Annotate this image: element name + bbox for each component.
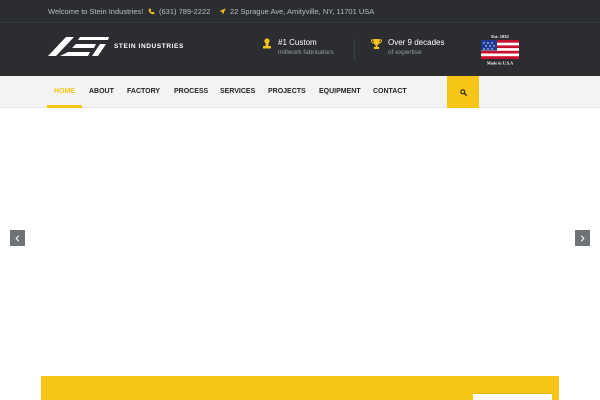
feature-title: Over 9 decades bbox=[388, 38, 445, 47]
slider-prev-button[interactable] bbox=[10, 230, 25, 246]
logo-text: STEIN INDUSTRIES bbox=[114, 42, 184, 50]
nav-item-equipment[interactable]: Equipment bbox=[319, 76, 361, 108]
header-divider bbox=[354, 39, 355, 61]
nav-item-home[interactable]: Home bbox=[54, 76, 75, 108]
trophy-icon bbox=[371, 39, 382, 49]
feature-experience: Over 9 decades of expertise bbox=[371, 38, 444, 57]
nav-item-services[interactable]: Services bbox=[220, 76, 255, 108]
slider-next-button[interactable] bbox=[575, 230, 590, 246]
feature-subtitle: of expertise bbox=[388, 49, 422, 57]
phone-contact[interactable]: (631) 789-2222 bbox=[148, 7, 210, 16]
chevron-right-icon bbox=[580, 234, 585, 242]
nav-item-factory[interactable]: Factory bbox=[127, 76, 160, 108]
logo-mark bbox=[48, 37, 109, 56]
feature-title: #1 Custom bbox=[278, 38, 317, 47]
search-button[interactable] bbox=[447, 76, 479, 108]
nav-item-process[interactable]: Process bbox=[174, 76, 208, 108]
top-info-bar: Welcome to Stein Industries! (631) 789-2… bbox=[0, 0, 600, 22]
feature-custom: #1 Custom millwork fabricators bbox=[262, 38, 334, 57]
location-arrow-icon bbox=[219, 8, 226, 15]
address-contact[interactable]: 22 Sprague Ave, Amityville, NY, 11701 US… bbox=[219, 7, 374, 16]
welcome-text: Welcome to Stein Industries! bbox=[48, 7, 144, 16]
nav-item-projects[interactable]: Projects bbox=[268, 76, 306, 108]
main-navigation: Home About Factory Process Services Proj… bbox=[0, 76, 600, 108]
chevron-left-icon bbox=[15, 234, 20, 242]
hero-slider bbox=[0, 108, 600, 376]
address-text: 22 Sprague Ave, Amityville, NY, 11701 US… bbox=[230, 7, 375, 16]
made-in-usa-badge: Est. 1932 Made in U.S.A bbox=[481, 34, 519, 66]
site-header: STEIN INDUSTRIES #1 Custom millwork fabr… bbox=[0, 22, 600, 76]
feature-subtitle: millwork fabricators bbox=[278, 49, 334, 57]
search-icon bbox=[459, 88, 467, 96]
phone-number: (631) 789-2222 bbox=[159, 7, 211, 16]
badge-top-text: Est. 1932 bbox=[491, 34, 509, 39]
nav-item-about[interactable]: About bbox=[89, 76, 114, 108]
site-logo[interactable]: STEIN INDUSTRIES bbox=[48, 35, 198, 57]
phone-icon bbox=[148, 8, 155, 15]
cta-button[interactable] bbox=[473, 393, 552, 400]
stamp-icon bbox=[263, 38, 271, 49]
nav-item-contact[interactable]: Contact bbox=[373, 76, 407, 108]
badge-bottom-text: Made in U.S.A bbox=[487, 61, 513, 66]
